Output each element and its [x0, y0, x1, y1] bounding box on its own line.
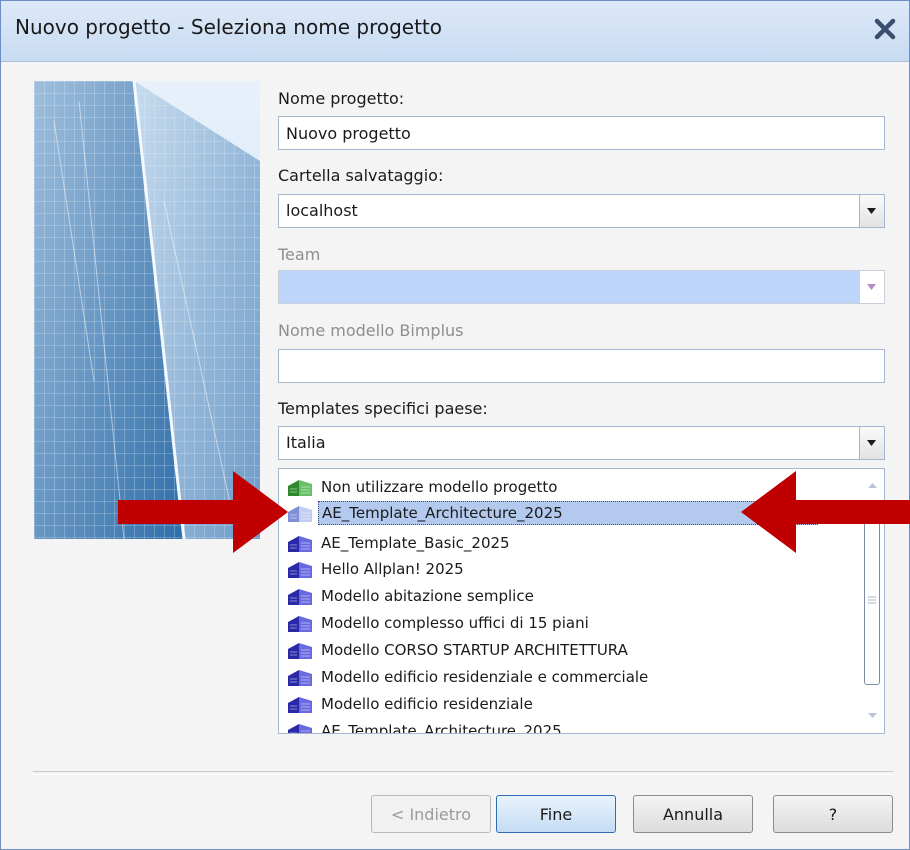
- template-list-item[interactable]: Modello edificio residenziale e commerci…: [287, 665, 827, 691]
- new-project-dialog: Nuovo progetto - Seleziona nome progetto: [0, 0, 910, 850]
- team-dropdown: [278, 270, 885, 304]
- template-list-item[interactable]: Hello Allplan! 2025: [287, 557, 827, 583]
- blue-building-icon: [288, 643, 312, 659]
- template-list-item-label: Non utilizzare modello progetto: [321, 478, 558, 496]
- red-arrow-right-icon: [118, 471, 288, 553]
- template-list-item-label: Modello abitazione semplice: [321, 587, 534, 605]
- template-list-item-label: Modello CORSO STARTUP ARCHITETTURA: [321, 641, 628, 659]
- cancel-button[interactable]: Annulla: [633, 795, 753, 833]
- scroll-down-arrow-icon[interactable]: [868, 713, 877, 718]
- blue-building-icon: [288, 562, 312, 578]
- template-list-item-label: AE_Template_Architecture_2025: [321, 722, 562, 734]
- close-icon[interactable]: [871, 15, 899, 43]
- template-list-item-label: AE_Template_Basic_2025: [321, 534, 510, 552]
- help-button[interactable]: ?: [773, 795, 893, 833]
- grip-icon: [868, 596, 876, 604]
- template-list-item[interactable]: AE_Template_Architecture_2025: [287, 719, 827, 734]
- save-folder-dropdown[interactable]: localhost: [278, 194, 885, 228]
- template-list-item-label: Modello edificio residenziale: [321, 695, 533, 713]
- finish-button[interactable]: Fine: [496, 795, 616, 833]
- templates-country-dropdown[interactable]: Italia: [278, 426, 885, 460]
- template-list-item[interactable]: Modello abitazione semplice: [287, 584, 827, 610]
- red-arrow-left-icon: [741, 471, 910, 553]
- project-name-input[interactable]: [278, 116, 885, 150]
- back-button[interactable]: < Indietro: [371, 795, 491, 833]
- template-list-item-label: Modello complesso uffici di 15 piani: [321, 614, 589, 632]
- template-list-item-label: Hello Allplan! 2025: [321, 560, 464, 578]
- blue-building-icon: [288, 697, 312, 713]
- footer-separator: [33, 771, 893, 775]
- team-label: Team: [278, 245, 321, 264]
- team-dropdown-button: [860, 271, 884, 303]
- chevron-down-icon: [867, 284, 876, 290]
- template-list-item[interactable]: Modello edificio residenziale: [287, 692, 827, 718]
- template-list-item-label: Modello edificio residenziale e commerci…: [321, 668, 649, 686]
- blue-building-icon: [288, 536, 312, 552]
- bimplus-model-input[interactable]: [278, 349, 885, 383]
- dialog-title: Nuovo progetto - Seleziona nome progetto: [15, 15, 443, 39]
- save-folder-dropdown-button[interactable]: [859, 195, 884, 227]
- blue-building-icon: [288, 589, 312, 605]
- green-building-icon: [288, 480, 312, 496]
- templates-country-dropdown-button[interactable]: [859, 427, 884, 459]
- light-building-icon: [288, 506, 312, 522]
- save-folder-label: Cartella salvataggio:: [278, 166, 444, 185]
- templates-country-label: Templates specifici paese:: [278, 399, 488, 418]
- blue-building-icon: [288, 670, 312, 686]
- title-bar[interactable]: Nuovo progetto - Seleziona nome progetto: [1, 1, 909, 62]
- templates-country-value: Italia: [286, 433, 326, 452]
- save-folder-value: localhost: [286, 201, 358, 220]
- bimplus-model-label: Nome modello Bimplus: [278, 321, 464, 340]
- project-name-label: Nome progetto:: [278, 89, 405, 108]
- chevron-down-icon: [867, 440, 876, 446]
- blue-building-icon: [288, 616, 312, 632]
- chevron-down-icon: [867, 208, 876, 214]
- blue-building-icon: [288, 724, 312, 733]
- template-list-item[interactable]: Modello complesso uffici di 15 piani: [287, 611, 827, 637]
- template-list-item[interactable]: Modello CORSO STARTUP ARCHITETTURA: [287, 638, 827, 664]
